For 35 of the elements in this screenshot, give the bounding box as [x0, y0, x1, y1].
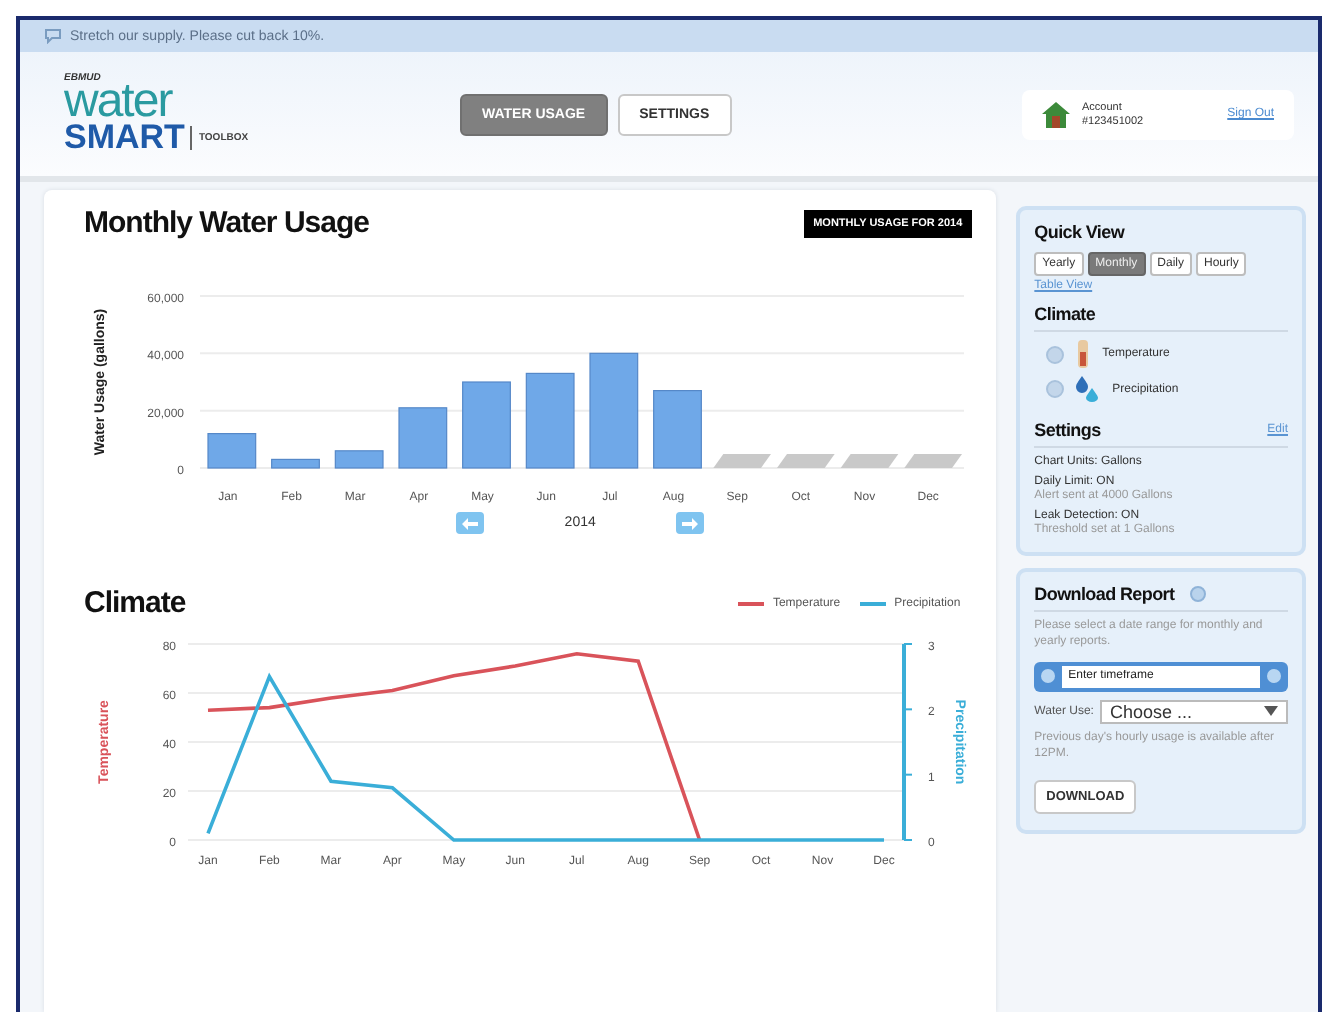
empty-bar-slot: [904, 454, 962, 468]
bar: [334, 450, 384, 469]
arrow-left-icon: [462, 517, 479, 529]
card-title: Download Report: [1034, 584, 1175, 604]
radio-button[interactable]: [1046, 380, 1065, 398]
card-title: Settings: [1034, 420, 1101, 440]
speech-bubble-icon: [44, 28, 62, 44]
thermometer-icon: [1076, 340, 1091, 368]
step-icon: [1040, 668, 1057, 685]
empty-bar-slot: [713, 454, 771, 468]
bar: [207, 433, 257, 469]
next-button[interactable]: [675, 512, 704, 534]
empty-bar-slot: [840, 454, 899, 468]
logo-word: water: [64, 84, 173, 120]
caret-icon: [1264, 706, 1278, 717]
logo-word: SMART: [64, 120, 185, 154]
info-icon: [1190, 586, 1207, 602]
bar: [462, 381, 511, 469]
section-title: Climate: [84, 586, 186, 620]
bar: [271, 458, 320, 469]
section-title: Monthly Water Usage: [84, 206, 369, 240]
bar: [653, 390, 702, 469]
bar: [589, 352, 639, 469]
step-icon: [1266, 668, 1282, 685]
card-title: Climate: [1034, 304, 1288, 332]
bar: [525, 372, 575, 469]
water-use-select[interactable]: Choose ...: [1099, 699, 1288, 724]
previous-button[interactable]: [456, 512, 485, 534]
drops-icon: [1076, 376, 1101, 402]
house-icon: [1042, 101, 1070, 127]
arrow-right-icon: [681, 517, 698, 529]
radio-button[interactable]: [1046, 345, 1065, 363]
empty-bar-slot: [777, 454, 835, 468]
card-title: Quick View: [1034, 222, 1127, 242]
bar: [398, 407, 448, 469]
